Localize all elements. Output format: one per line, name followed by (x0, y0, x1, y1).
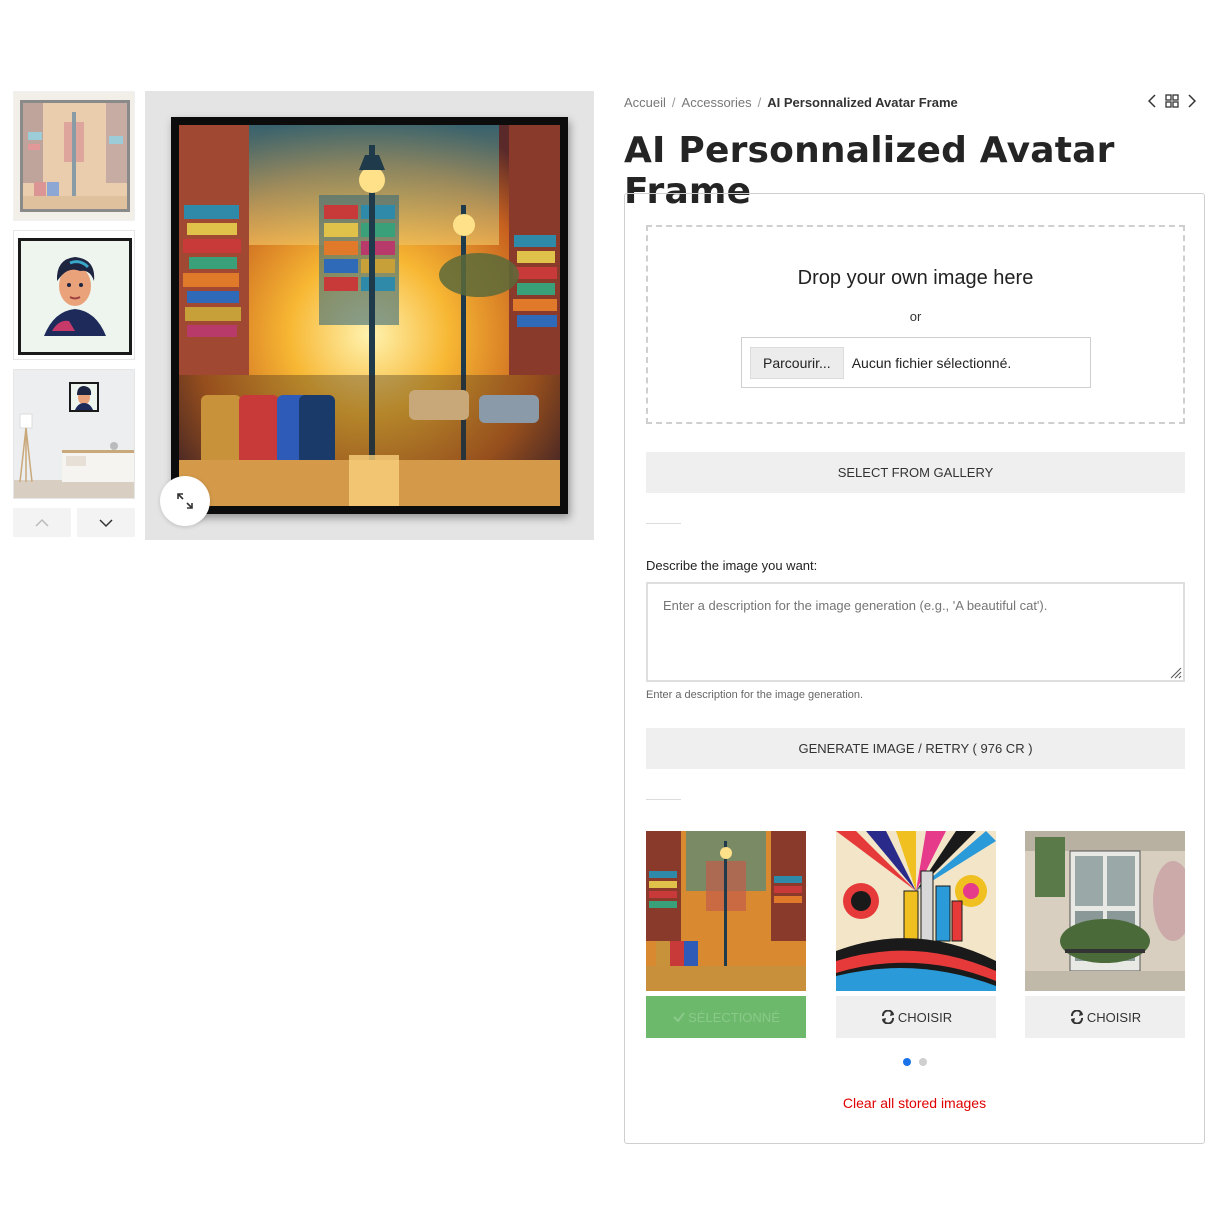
frame (171, 117, 568, 514)
product-page: Accueil / Accessories / AI Personnalized… (0, 0, 1226, 1225)
breadcrumb-home[interactable]: Accueil (624, 95, 666, 110)
choose-button-label: CHOISIR (897, 1009, 953, 1025)
carousel-dot[interactable] (903, 1058, 911, 1066)
resize-grip-icon[interactable] (1168, 665, 1182, 679)
dropzone-or: or (909, 309, 922, 324)
breadcrumb-separator: / (671, 95, 676, 110)
generated-image-window[interactable] (1025, 831, 1185, 991)
chevron-down-icon (99, 518, 113, 527)
chevron-left-icon (1148, 94, 1156, 108)
next-product-button[interactable] (1188, 94, 1196, 108)
zoom-button[interactable] (160, 476, 210, 526)
carousel-dot[interactable] (919, 1058, 927, 1066)
generated-image-item: SÉLECTIONNÉ (646, 831, 806, 1038)
product-navigation (1148, 94, 1196, 108)
expand-icon (177, 493, 193, 509)
description-help-text: Enter a description for the image genera… (646, 689, 864, 701)
description-textarea[interactable] (646, 582, 1185, 682)
choose-button-label: CHOISIR (1086, 1009, 1142, 1025)
select-from-gallery-button[interactable]: SELECT FROM GALLERY (646, 452, 1185, 493)
chevron-up-icon (35, 518, 49, 527)
thumbnail-avatar-portrait[interactable] (13, 230, 135, 360)
main-product-image[interactable] (145, 91, 594, 540)
file-status: Aucun fichier sélectionné. (851, 354, 1012, 371)
selected-button[interactable]: SÉLECTIONNÉ (646, 996, 806, 1038)
prev-product-button[interactable] (1148, 94, 1156, 108)
refresh-icon (1070, 1010, 1083, 1024)
generated-image-street[interactable] (646, 831, 806, 991)
selected-button-label: SÉLECTIONNÉ (688, 1009, 780, 1025)
choose-button[interactable]: CHOISIR (1025, 996, 1185, 1038)
thumbnail-strip (13, 91, 135, 537)
image-generator-panel: Drop your own image here or Parcourir...… (624, 193, 1205, 1144)
generated-images-carousel: SÉLECTIONNÉ CHOISIR CHOISIR (646, 831, 1185, 1041)
back-to-shop-button[interactable] (1165, 94, 1179, 108)
dropzone-title: Drop your own image here (797, 267, 1034, 289)
artwork-street-scene (179, 125, 560, 506)
divider (646, 523, 681, 524)
refresh-icon (881, 1010, 894, 1024)
breadcrumb: Accueil / Accessories / AI Personnalized… (624, 95, 958, 110)
divider (646, 799, 681, 800)
choose-button[interactable]: CHOISIR (836, 996, 996, 1038)
breadcrumb-current: AI Personnalized Avatar Frame (767, 95, 958, 110)
generate-image-button[interactable]: GENERATE IMAGE / RETRY ( 976 CR ) (646, 728, 1185, 769)
thumbnail-nav (13, 508, 135, 537)
breadcrumb-separator: / (757, 95, 762, 110)
browse-button[interactable]: Parcourir... (750, 346, 844, 379)
breadcrumb-category[interactable]: Accessories (682, 95, 752, 110)
thumbnail-street-scene[interactable] (13, 91, 135, 221)
file-input[interactable]: Parcourir... Aucun fichier sélectionné. (741, 337, 1091, 388)
thumbnail-prev-button[interactable] (13, 508, 71, 537)
carousel-pagination (903, 1058, 927, 1066)
grid-icon (1165, 94, 1179, 108)
thumbnail-next-button[interactable] (77, 508, 135, 537)
check-icon (673, 1012, 685, 1023)
thumbnail-room-mockup[interactable] (13, 369, 135, 499)
description-label: Describe the image you want: (646, 558, 818, 573)
clear-stored-images-link[interactable]: Clear all stored images (625, 1095, 1204, 1111)
chevron-right-icon (1188, 94, 1196, 108)
generated-image-popart-city[interactable] (836, 831, 996, 991)
generated-image-item: CHOISIR (836, 831, 996, 1038)
generated-image-item: CHOISIR (1025, 831, 1185, 1038)
image-dropzone[interactable]: Drop your own image here or Parcourir...… (646, 225, 1185, 424)
